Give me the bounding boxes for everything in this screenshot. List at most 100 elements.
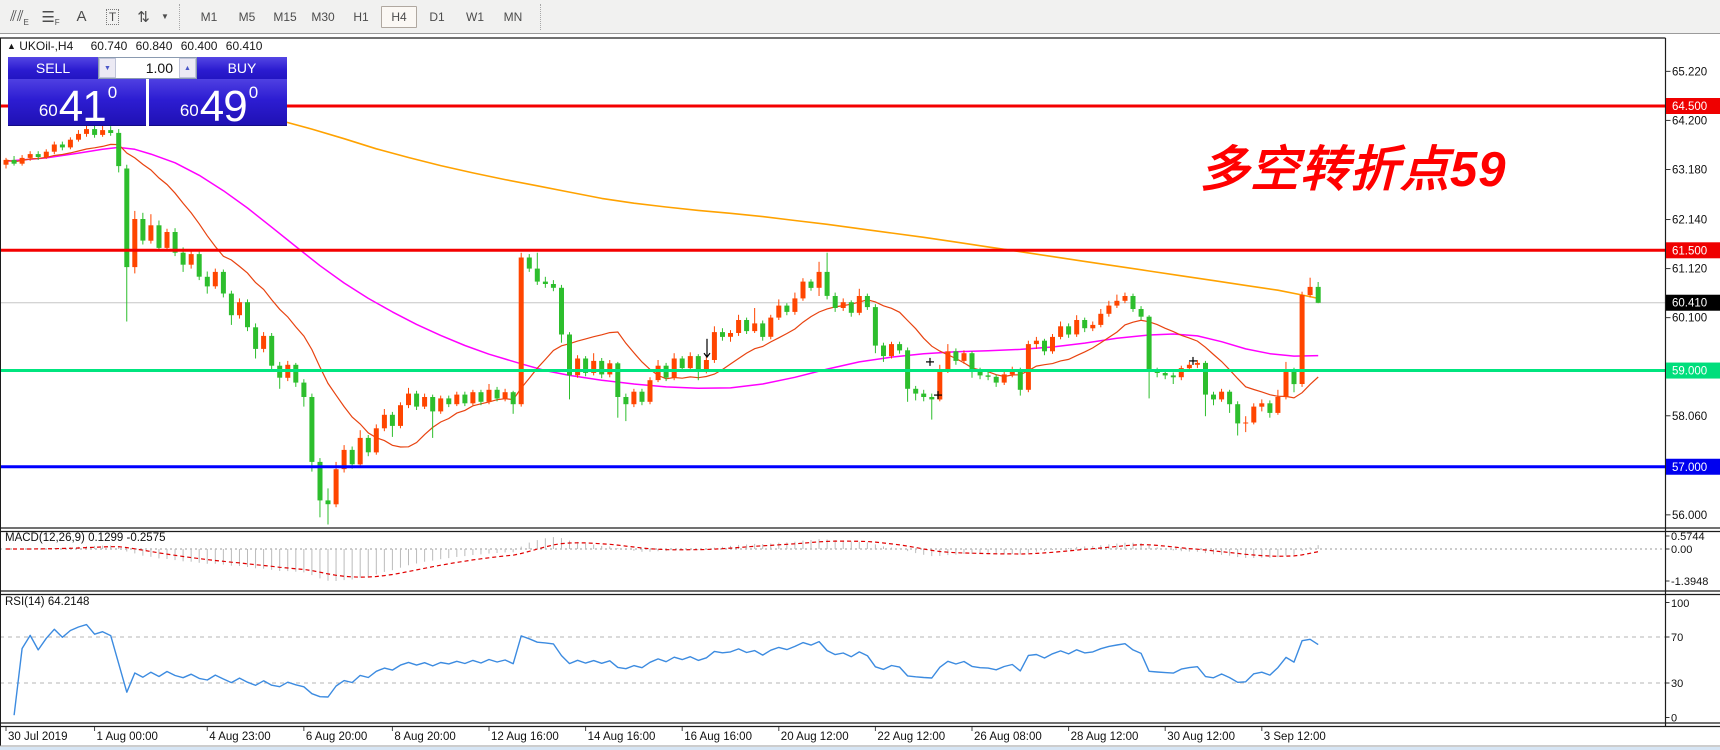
candle-body <box>334 469 339 504</box>
candle-body <box>511 392 516 404</box>
buy-price-main: 49 <box>200 89 247 125</box>
candle-body <box>1050 337 1055 351</box>
time-axis-label: 4 Aug 23:00 <box>209 731 270 743</box>
candle-body <box>157 225 162 248</box>
open-value: 60.740 <box>91 39 128 53</box>
candle-body <box>479 392 484 402</box>
macd-axis-label: -1.3948 <box>1671 576 1708 588</box>
candle-body <box>623 397 628 404</box>
candle-body <box>374 428 379 452</box>
candle-body <box>712 332 717 360</box>
candle-body <box>720 332 725 337</box>
candle-body <box>414 394 419 407</box>
time-axis-label: 20 Aug 12:00 <box>781 731 849 743</box>
candle-body <box>688 356 693 368</box>
arrows-icon[interactable]: ⇅ <box>128 4 159 30</box>
candle-body <box>970 353 975 370</box>
volume-value[interactable]: 1.00 <box>116 60 179 76</box>
candle-body <box>680 359 685 369</box>
candle-body <box>1316 287 1321 303</box>
price-axis-label: 65.220 <box>1672 66 1707 78</box>
buy-button[interactable]: BUY <box>197 57 287 80</box>
candle-body <box>728 333 733 337</box>
sell-price-box[interactable]: 60410 <box>8 79 146 126</box>
candle-body <box>873 307 878 346</box>
candle-body <box>221 272 226 294</box>
time-axis-label: 30 Jul 2019 <box>8 731 67 743</box>
timeframe-button-h4[interactable]: H4 <box>381 6 417 28</box>
candle-body <box>559 288 564 335</box>
timeframe-button-m5[interactable]: M5 <box>229 6 265 28</box>
time-axis-label: 3 Sep 12:00 <box>1264 731 1326 743</box>
candle-body <box>1123 296 1128 301</box>
time-axis-label: 22 Aug 12:00 <box>877 731 945 743</box>
rsi-axis-label: 70 <box>1671 632 1683 644</box>
candle-body <box>229 294 234 316</box>
candle-body <box>1114 301 1119 306</box>
candle-body <box>253 327 258 349</box>
time-axis-label: 8 Aug 20:00 <box>394 731 455 743</box>
candle-body <box>1275 397 1280 413</box>
candle-body <box>849 302 854 313</box>
buy-price-box[interactable]: 60490 <box>149 79 287 126</box>
candle-body <box>889 344 894 356</box>
volume-decrease-button[interactable]: ▼ <box>99 58 116 78</box>
candle-body <box>1074 320 1079 334</box>
candle-body <box>1267 403 1272 413</box>
up-triangle-icon: ▲ <box>7 41 16 51</box>
macd-indicator-label: MACD(12,26,9) 0.1299 -0.2575 <box>5 532 166 544</box>
candle-body <box>1219 392 1224 400</box>
candle-body <box>543 282 548 284</box>
chevron-down-icon[interactable]: ▼ <box>159 12 171 21</box>
candle-body <box>350 450 355 464</box>
time-axis-label: 30 Aug 12:00 <box>1167 731 1235 743</box>
candle-body <box>986 375 991 376</box>
candle-body <box>422 397 427 407</box>
fibonacci-icon[interactable]: ☰F <box>35 4 66 30</box>
timeframe-button-m1[interactable]: M1 <box>191 6 227 28</box>
candle-body <box>398 405 403 426</box>
timeframe-button-m15[interactable]: M15 <box>267 6 303 28</box>
candle-body <box>309 397 314 462</box>
candle-body <box>1026 344 1031 390</box>
macd-axis-label: 0.5744 <box>1671 531 1705 543</box>
candle-body <box>865 296 870 307</box>
candle-body <box>438 398 443 411</box>
candle-body <box>1002 374 1007 382</box>
volume-increase-button[interactable]: ▲ <box>179 58 196 78</box>
price-badge-label: 59.000 <box>1672 366 1707 378</box>
timeframe-button-d1[interactable]: D1 <box>419 6 455 28</box>
toolbar: ⫽⫽E☰FAT⇅ ▼ M1M5M15M30H1H4D1W1MN <box>0 0 1720 34</box>
high-value: 60.840 <box>136 39 173 53</box>
candle-body <box>495 390 500 399</box>
crosshair-pattern-icon[interactable]: ⫽⫽E <box>4 4 35 30</box>
rsi-axis-label: 30 <box>1671 678 1683 690</box>
text-label-icon[interactable]: T <box>97 4 128 30</box>
candle-body <box>52 145 57 152</box>
timeframe-button-mn[interactable]: MN <box>495 6 531 28</box>
candle-body <box>784 306 789 312</box>
candle-body <box>913 389 918 394</box>
sell-price-main: 41 <box>59 89 106 125</box>
timeframe-button-w1[interactable]: W1 <box>457 6 493 28</box>
chart-header: ▲ UKOil-,H4 60.740 60.840 60.400 60.410 <box>7 39 267 53</box>
candle-body <box>301 383 306 397</box>
candle-body <box>36 154 41 157</box>
candle-body <box>631 392 636 405</box>
candle-body <box>165 232 170 248</box>
timeframe-button-h1[interactable]: H1 <box>343 6 379 28</box>
sell-button[interactable]: SELL <box>8 57 98 80</box>
candle-body <box>768 318 773 337</box>
candle-body <box>929 397 934 399</box>
candle-body <box>1058 326 1063 337</box>
candle-body <box>801 282 806 299</box>
candle-body <box>108 130 113 133</box>
candle-body <box>535 269 540 282</box>
candle-body <box>792 298 797 312</box>
candle-body <box>881 346 886 357</box>
candle-body <box>205 277 210 287</box>
text-icon[interactable]: A <box>66 4 97 30</box>
candle-body <box>213 272 218 286</box>
candle-body <box>237 302 242 315</box>
timeframe-button-m30[interactable]: M30 <box>305 6 341 28</box>
